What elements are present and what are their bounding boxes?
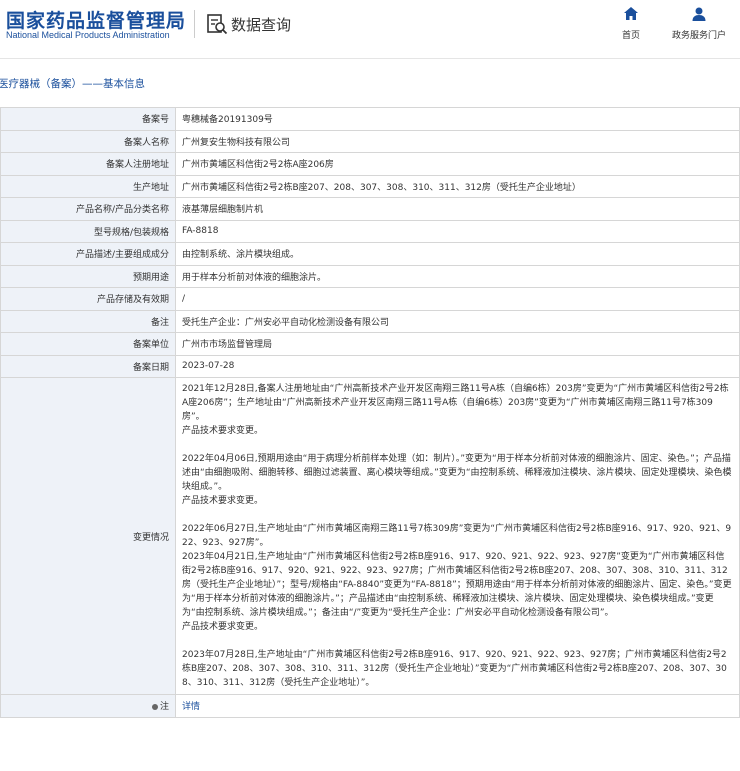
field-label: 产品名称/产品分类名称 [0,197,176,221]
field-label: 备案人名称 [0,129,176,153]
field-label: 备案日期 [0,354,176,378]
note-row: 注 详情 [0,694,740,718]
field-value: 2023-07-28 [175,354,740,378]
change-entry: 2023年07月28日,生产地址由“广州市黄埔区科信街2号2栋B座916、917… [182,650,727,688]
record-detail-table: 备案号 粤穗械备20191309号 备案人名称 广州复安生物科技有限公司 备案人… [0,107,740,718]
field-label: 型号规格/包装规格 [0,219,176,243]
detail-link[interactable]: 详情 [182,702,200,712]
table-row: 备案日期 2023-07-28 [0,354,740,378]
table-row: 备案人注册地址 广州市黄埔区科信街2号2栋A座206房 [0,152,740,176]
home-icon [624,7,638,20]
field-label: 生产地址 [0,174,176,198]
field-value: 用于样本分析前对体液的细胞涂片。 [175,264,740,288]
table-row: 型号规格/包装规格 FA-8818 [0,219,740,243]
field-label: 备注 [0,309,176,333]
field-label: 变更情况 [0,377,176,695]
table-row: 产品名称/产品分类名称 液基薄层细胞制片机 [0,197,740,221]
table-row: 备案单位 广州市市场监督管理局 [0,332,740,356]
field-label: 预期用途 [0,264,176,288]
table-row: 生产地址 广州市黄埔区科信街2号2栋B座207、208、307、308、310、… [0,174,740,198]
table-row: 备案人名称 广州复安生物科技有限公司 [0,129,740,153]
field-value: 广州复安生物科技有限公司 [175,129,740,153]
field-value: 广州市黄埔区科信街2号2栋A座206房 [175,152,740,176]
field-label: 产品存储及有效期 [0,287,176,311]
nav-gov-service[interactable]: 政务服务门户 [668,6,730,41]
table-row: 产品存储及有效期 / [0,287,740,311]
field-label: 备案号 [0,107,176,131]
header-divider [194,10,195,38]
note-label: 注 [159,702,169,713]
change-entry: 2022年06月27日,生产地址由“广州市黄埔区南翔三路11号7栋309房”变更… [182,524,732,632]
field-value: / [175,287,740,311]
change-entry: 2021年12月28日,备案人注册地址由“广州高新技术产业开发区南翔三路11号A… [182,384,729,436]
field-value: 由控制系统、涂片模块组成。 [175,242,740,266]
table-row: 预期用途 用于样本分析前对体液的细胞涂片。 [0,264,740,288]
nav-home-label: 首页 [621,31,640,41]
site-logo-en[interactable]: National Medical Products Administration [6,30,170,40]
header-separator [0,58,740,59]
table-row: 产品描述/主要组成成分 由控制系统、涂片模块组成。 [0,242,740,266]
field-value: 粤穗械备20191309号 [175,107,740,131]
note-icon [151,703,158,710]
field-label: 注 [0,694,176,718]
field-label: 备案人注册地址 [0,152,176,176]
change-history-row: 变更情况 2021年12月28日,备案人注册地址由“广州高新技术产业开发区南翔三… [0,377,740,695]
change-entry: 2022年04月06日,预期用途由“用于病理分析前样本处理（如：制片）。”变更为… [182,454,732,506]
document-search-icon [207,14,228,35]
field-value: FA-8818 [175,219,740,243]
field-value: 广州市市场监督管理局 [175,332,740,356]
table-row: 备案号 粤穗械备20191309号 [0,107,740,131]
field-value: 液基薄层细胞制片机 [175,197,740,221]
nav-gov-service-label: 政务服务门户 [671,31,726,41]
site-header: 国家药品监督管理局 National Medical Products Admi… [0,0,740,50]
field-label: 产品描述/主要组成成分 [0,242,176,266]
field-label: 备案单位 [0,332,176,356]
field-value: 受托生产企业：广州安必平自动化检测设备有限公司 [175,309,740,333]
nav-home[interactable]: 首页 [616,6,646,41]
site-logo-cn[interactable]: 国家药品监督管理局 [6,6,186,33]
field-value: 详情 [175,694,740,718]
data-query-label: 数据查询 [231,15,292,34]
user-icon [692,7,706,21]
change-history: 2021年12月28日,备案人注册地址由“广州高新技术产业开发区南翔三路11号A… [175,377,740,695]
breadcrumb: 医疗器械（备案）——基本信息 [0,78,145,90]
data-query-section[interactable]: 数据查询 [206,10,291,38]
field-value: 广州市黄埔区科信街2号2栋B座207、208、307、308、310、311、3… [175,174,740,198]
table-row: 备注 受托生产企业：广州安必平自动化检测设备有限公司 [0,309,740,333]
